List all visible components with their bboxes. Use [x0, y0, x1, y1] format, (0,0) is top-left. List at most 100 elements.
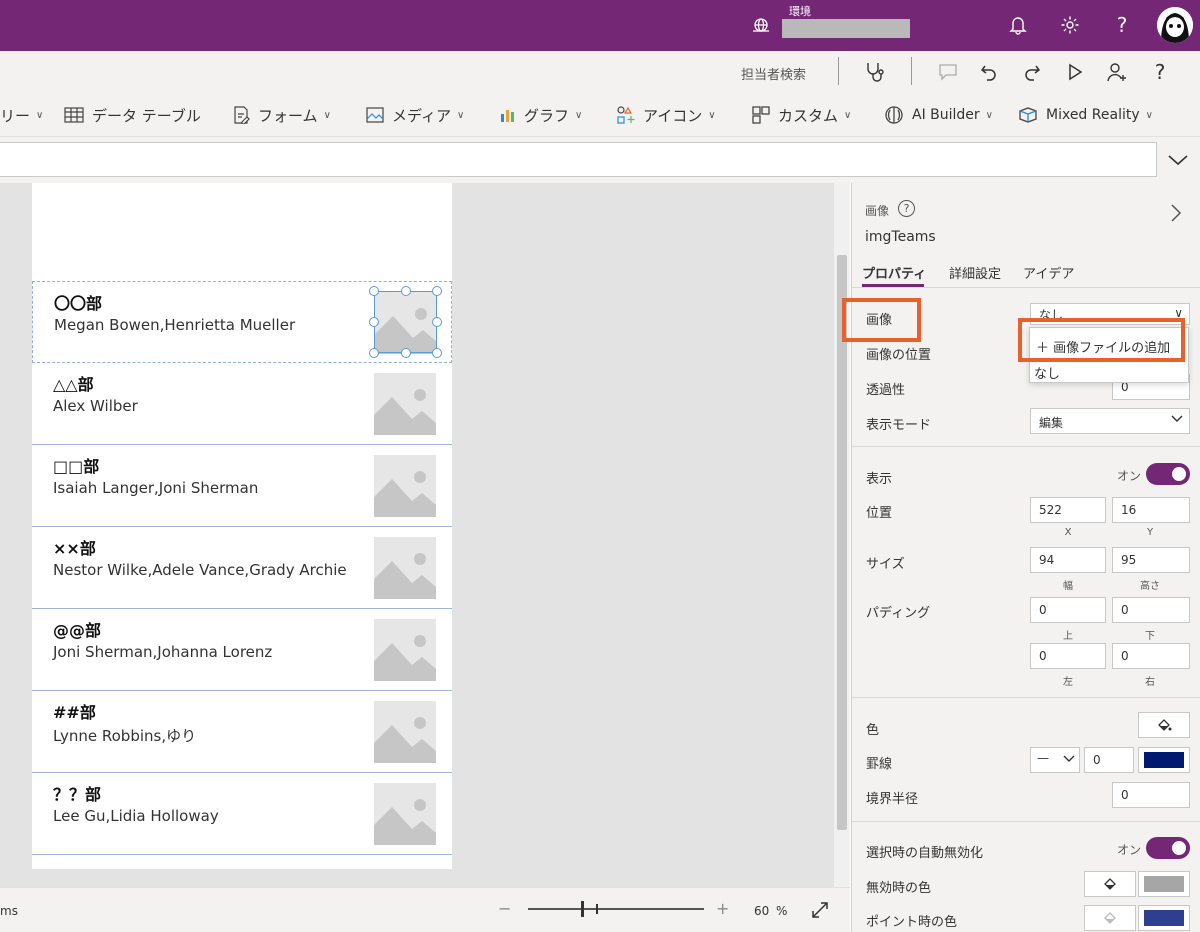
fit-to-window-icon[interactable] [810, 900, 830, 920]
ribbon-chart-button[interactable]: グラフ ∨ [500, 103, 582, 127]
preview-play-icon[interactable] [1062, 59, 1088, 85]
department-members: Isaiah Langer,Joni Sherman [53, 479, 259, 497]
team-image-placeholder-icon[interactable] [374, 537, 436, 599]
tab-properties[interactable]: プロパティ [862, 263, 926, 282]
zoom-value: 60 [754, 904, 770, 918]
auto-disable-toggle[interactable] [1146, 837, 1190, 859]
formula-input[interactable] [0, 142, 1157, 177]
border-color-button[interactable] [1138, 747, 1190, 773]
notification-bell-icon[interactable] [1005, 12, 1031, 38]
team-image-placeholder-icon[interactable] [374, 619, 436, 681]
paint-bucket-icon [1104, 878, 1116, 890]
app-screen[interactable]: 〇〇部 Megan Bowen,Henrietta Mueller △△部 Alex … [32, 183, 452, 869]
resize-handle[interactable] [401, 286, 411, 296]
position-label: 位置 [866, 506, 893, 521]
app-checker-stethoscope-icon[interactable] [862, 59, 888, 85]
hover-fill-button[interactable] [1084, 905, 1136, 931]
auto-disable-label: 選択時の自動無効化 [866, 846, 984, 861]
padding-right-input[interactable]: 0 [1112, 643, 1190, 669]
size-width-input[interactable]: 94 [1030, 547, 1106, 573]
help-icon[interactable]: ? [1109, 12, 1135, 38]
team-image-placeholder-icon[interactable] [374, 373, 436, 435]
gallery-row[interactable]: 〇〇部 Megan Bowen,Henrietta Mueller [32, 281, 452, 363]
zoom-slider-tick [596, 904, 598, 914]
gallery-row[interactable]: □□部 Isaiah Langer,Joni Sherman [32, 445, 452, 527]
icons-icon [617, 106, 635, 124]
visible-toggle[interactable] [1146, 463, 1190, 485]
user-avatar[interactable] [1157, 7, 1193, 43]
team-image-placeholder-icon[interactable] [374, 783, 436, 845]
ribbon-label: データ テーブル [92, 106, 201, 125]
resize-handle[interactable] [369, 286, 379, 296]
padding-bottom-input[interactable]: 0 [1112, 597, 1190, 623]
help-icon[interactable]: ? [1147, 59, 1173, 85]
display-mode-select[interactable]: 編集 [1030, 408, 1190, 434]
position-x-input[interactable]: 522 [1030, 497, 1106, 523]
zoom-out-button[interactable]: − [498, 899, 511, 918]
disabled-color-button[interactable] [1138, 871, 1190, 897]
zoom-slider-track[interactable] [528, 908, 704, 910]
tab-ideas[interactable]: アイデア [1023, 263, 1074, 282]
ribbon-gallery-button[interactable]: リー ∨ [0, 103, 43, 127]
department-members: Lynne Robbins,ゆり [53, 727, 197, 745]
zoom-in-button[interactable]: + [716, 899, 729, 918]
insert-ribbon: リー ∨ データ テーブル フォーム ∨ メディア ∨ グラフ ∨ アイコン ∨ カスタム… [0, 93, 1200, 137]
gallery-row[interactable]: ？？部 Lee Gu,Lidia Holloway [32, 773, 452, 855]
comment-icon[interactable] [935, 59, 961, 85]
settings-gear-icon[interactable] [1057, 12, 1083, 38]
team-image-placeholder-icon[interactable] [374, 701, 436, 763]
formula-bar [0, 137, 1200, 183]
chevron-down-icon: ∨ [456, 109, 465, 121]
formula-expand-chevron-icon[interactable] [1163, 149, 1193, 171]
ribbon-mixed-reality-button[interactable]: Mixed Reality ∨ [1018, 103, 1153, 127]
ribbon-data-table-button[interactable]: データ テーブル [64, 103, 201, 127]
zoom-slider-thumb[interactable] [581, 901, 584, 917]
undo-icon[interactable] [976, 59, 1002, 85]
people-search-label[interactable]: 担当者検索 [741, 64, 806, 83]
resize-handle[interactable] [432, 317, 442, 327]
share-user-add-icon[interactable] [1104, 59, 1130, 85]
help-circle-icon[interactable]: ? [898, 200, 915, 217]
border-style-select[interactable]: — [1030, 747, 1080, 773]
padding-top-input[interactable]: 0 [1030, 597, 1106, 623]
ribbon-form-button[interactable]: フォーム ∨ [232, 103, 331, 127]
resize-handle[interactable] [369, 348, 379, 358]
environment-name-redacted[interactable] [782, 19, 910, 38]
environment-icon[interactable] [750, 14, 772, 36]
team-image-placeholder-icon[interactable] [374, 455, 436, 517]
department-members: Lee Gu,Lidia Holloway [53, 807, 219, 825]
disabled-fill-button[interactable] [1084, 871, 1136, 897]
selection-frame[interactable] [374, 291, 437, 353]
top-bar: 環境 ? [0, 0, 1200, 51]
resize-handle[interactable] [432, 348, 442, 358]
custom-icon [752, 106, 770, 124]
position-y-input[interactable]: 16 [1112, 497, 1190, 523]
gallery-row[interactable]: @@部 Joni Sherman,Johanna Lorenz [32, 609, 452, 691]
ribbon-media-button[interactable]: メディア ∨ [366, 103, 464, 127]
hover-color-button[interactable] [1138, 905, 1190, 931]
gallery-row[interactable]: △△部 Alex Wilber [32, 363, 452, 445]
border-width-input[interactable]: 0 [1084, 747, 1134, 773]
redo-icon[interactable] [1019, 59, 1045, 85]
ribbon-label: AI Builder [912, 107, 980, 123]
border-radius-input[interactable]: 0 [1112, 782, 1190, 808]
fill-color-button[interactable] [1138, 712, 1190, 738]
gallery-row[interactable]: ××部 Nestor Wilke,Adele Vance,Grady Archie [32, 527, 452, 609]
chevron-down-icon: ∨ [708, 109, 716, 121]
gallery-row[interactable]: ##部 Lynne Robbins,ゆり [32, 691, 452, 773]
size-label: サイズ [866, 557, 905, 572]
resize-handle[interactable] [401, 348, 411, 358]
collapse-panel-chevron-icon[interactable] [1170, 203, 1182, 227]
ribbon-ai-builder-button[interactable]: AI Builder ∨ [884, 103, 993, 127]
resize-handle[interactable] [369, 317, 379, 327]
tab-advanced[interactable]: 詳細設定 [949, 263, 1001, 282]
size-height-input[interactable]: 95 [1112, 547, 1190, 573]
ribbon-custom-button[interactable]: カスタム ∨ [752, 103, 851, 127]
resize-handle[interactable] [432, 286, 442, 296]
padding-left-input[interactable]: 0 [1030, 643, 1106, 669]
highlight-image-label [842, 298, 921, 342]
ribbon-label: グラフ [524, 106, 570, 125]
control-name[interactable]: imgTeams [865, 229, 936, 245]
ribbon-icons-button[interactable]: アイコン ∨ [617, 103, 716, 127]
none-option[interactable]: なし [1034, 363, 1060, 382]
